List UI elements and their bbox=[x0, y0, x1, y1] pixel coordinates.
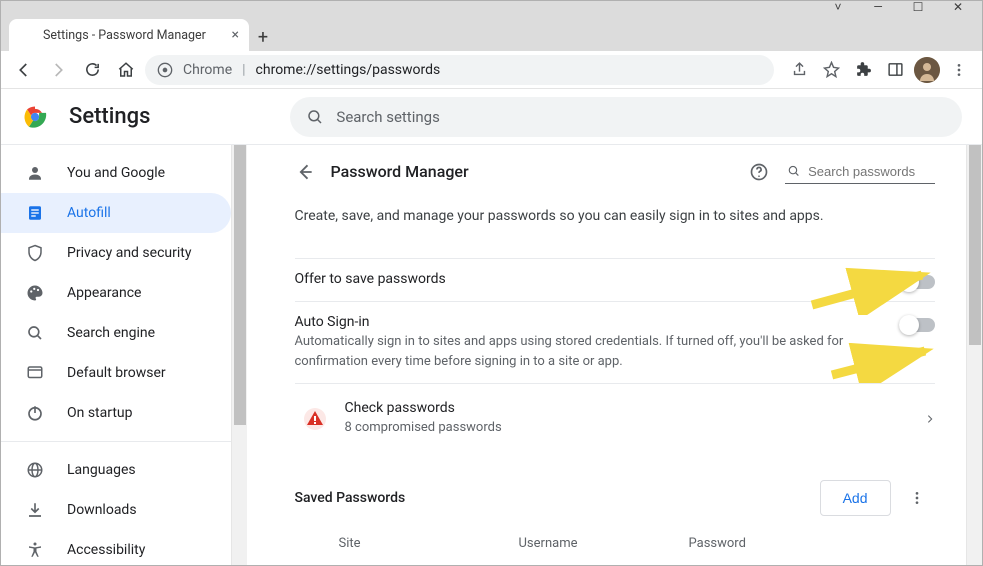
sidebar-item-label: Default browser bbox=[67, 365, 166, 381]
page-intro: Create, save, and manage your passwords … bbox=[295, 208, 935, 224]
sidebar-item-label: You and Google bbox=[67, 165, 165, 181]
browser-icon bbox=[25, 363, 45, 383]
power-icon bbox=[25, 403, 45, 423]
bookmark-icon[interactable] bbox=[816, 55, 846, 85]
window-titlebar: ˅ — ☐ ✕ bbox=[1, 1, 982, 15]
page-title: Password Manager bbox=[331, 162, 733, 181]
add-password-button[interactable]: Add bbox=[820, 480, 891, 516]
sidebar-item-you-and-google[interactable]: You and Google bbox=[1, 153, 231, 193]
sidebar-scrollbar[interactable] bbox=[231, 145, 247, 565]
password-search-input[interactable] bbox=[808, 164, 932, 179]
close-icon[interactable]: × bbox=[232, 27, 239, 43]
check-passwords-sub: 8 compromised passwords bbox=[345, 418, 907, 438]
offer-to-save-toggle[interactable] bbox=[899, 275, 935, 289]
auto-signin-toggle[interactable] bbox=[899, 318, 935, 332]
sidebar-divider bbox=[1, 441, 231, 442]
globe-icon bbox=[25, 460, 45, 480]
chrome-badge-icon bbox=[157, 62, 173, 78]
sidebar-item-languages[interactable]: Languages bbox=[1, 450, 231, 490]
sidebar-item-label: Accessibility bbox=[67, 542, 145, 558]
search-icon bbox=[306, 108, 324, 126]
content-scrollbar[interactable] bbox=[966, 145, 982, 565]
settings-sidebar: You and Google Autofill Privacy and secu… bbox=[1, 145, 247, 565]
settings-search-placeholder: Search settings bbox=[336, 108, 439, 126]
sidebar-item-label: On startup bbox=[67, 405, 133, 421]
sidebar-item-label: Appearance bbox=[67, 285, 141, 301]
browser-tabstrip: Settings - Password Manager × + bbox=[1, 15, 982, 51]
back-button[interactable] bbox=[9, 55, 39, 85]
autofill-icon bbox=[25, 203, 45, 223]
omnibox-separator: | bbox=[242, 62, 245, 78]
reload-button[interactable] bbox=[77, 55, 107, 85]
settings-content: Password Manager Create, save, and manag… bbox=[247, 145, 982, 565]
window-close-button[interactable]: ✕ bbox=[938, 1, 978, 15]
sidebar-item-label: Autofill bbox=[67, 205, 111, 221]
omnibox-url: chrome://settings/passwords bbox=[256, 62, 441, 78]
omnibox-host: Chrome bbox=[183, 62, 232, 78]
saved-passwords-columns: Site Username Password bbox=[295, 516, 935, 559]
chevron-right-icon bbox=[925, 412, 935, 426]
sidebar-item-label: Languages bbox=[67, 462, 136, 478]
chrome-logo-icon bbox=[21, 103, 49, 131]
browser-toolbar: Chrome | chrome://settings/passwords bbox=[1, 51, 982, 89]
profile-avatar[interactable] bbox=[912, 55, 942, 85]
sidebar-item-autofill[interactable]: Autofill bbox=[1, 193, 231, 233]
browser-tab[interactable]: Settings - Password Manager × bbox=[9, 19, 249, 51]
more-icon[interactable] bbox=[899, 480, 935, 516]
sidebar-scrollbar-thumb[interactable] bbox=[234, 145, 246, 425]
window-maximize-button[interactable]: ☐ bbox=[898, 1, 938, 15]
window-chevron-icon[interactable]: ˅ bbox=[818, 1, 858, 15]
gear-icon bbox=[19, 27, 35, 43]
palette-icon bbox=[25, 283, 45, 303]
download-icon bbox=[25, 500, 45, 520]
password-search[interactable] bbox=[785, 159, 935, 184]
settings-appbar: Settings Search settings bbox=[1, 89, 982, 145]
content-scrollbar-thumb[interactable] bbox=[969, 145, 981, 345]
column-site: Site bbox=[339, 536, 519, 551]
window-minimize-button[interactable]: — bbox=[858, 1, 898, 15]
sidebar-item-label: Downloads bbox=[67, 502, 137, 518]
offer-to-save-label: Offer to save passwords bbox=[295, 271, 879, 287]
app-title: Settings bbox=[69, 104, 150, 129]
sidebar-item-label: Search engine bbox=[67, 325, 155, 341]
sidebar-item-appearance[interactable]: Appearance bbox=[1, 273, 231, 313]
column-username: Username bbox=[519, 536, 689, 551]
sidebar-item-on-startup[interactable]: On startup bbox=[1, 393, 231, 433]
sidebar-item-search-engine[interactable]: Search engine bbox=[1, 313, 231, 353]
help-icon[interactable] bbox=[749, 162, 769, 182]
forward-button[interactable] bbox=[43, 55, 73, 85]
page-back-button[interactable] bbox=[295, 162, 315, 182]
sidebar-item-label: Privacy and security bbox=[67, 245, 191, 261]
new-tab-button[interactable]: + bbox=[249, 23, 277, 51]
auto-signin-description: Automatically sign in to sites and apps … bbox=[295, 332, 879, 371]
search-icon bbox=[787, 163, 801, 179]
auto-signin-label: Auto Sign-in bbox=[295, 314, 879, 330]
sidebar-item-accessibility[interactable]: Accessibility bbox=[1, 530, 231, 565]
home-button[interactable] bbox=[111, 55, 141, 85]
person-icon bbox=[25, 163, 45, 183]
sidebar-item-privacy[interactable]: Privacy and security bbox=[1, 233, 231, 273]
address-bar[interactable]: Chrome | chrome://settings/passwords bbox=[145, 55, 774, 85]
sidebar-item-default-browser[interactable]: Default browser bbox=[1, 353, 231, 393]
sidepanel-icon[interactable] bbox=[880, 55, 910, 85]
share-icon[interactable] bbox=[784, 55, 814, 85]
search-icon bbox=[25, 323, 45, 343]
tab-title: Settings - Password Manager bbox=[43, 28, 206, 43]
accessibility-icon bbox=[25, 540, 45, 560]
warning-icon bbox=[303, 407, 327, 431]
sidebar-item-downloads[interactable]: Downloads bbox=[1, 490, 231, 530]
column-password: Password bbox=[689, 536, 935, 551]
settings-search[interactable]: Search settings bbox=[290, 97, 962, 137]
check-passwords-label: Check passwords bbox=[345, 400, 907, 416]
extensions-icon[interactable] bbox=[848, 55, 878, 85]
shield-icon bbox=[25, 243, 45, 263]
menu-icon[interactable] bbox=[944, 55, 974, 85]
saved-passwords-title: Saved Passwords bbox=[295, 490, 406, 506]
check-passwords-row[interactable]: Check passwords 8 compromised passwords bbox=[295, 383, 935, 454]
